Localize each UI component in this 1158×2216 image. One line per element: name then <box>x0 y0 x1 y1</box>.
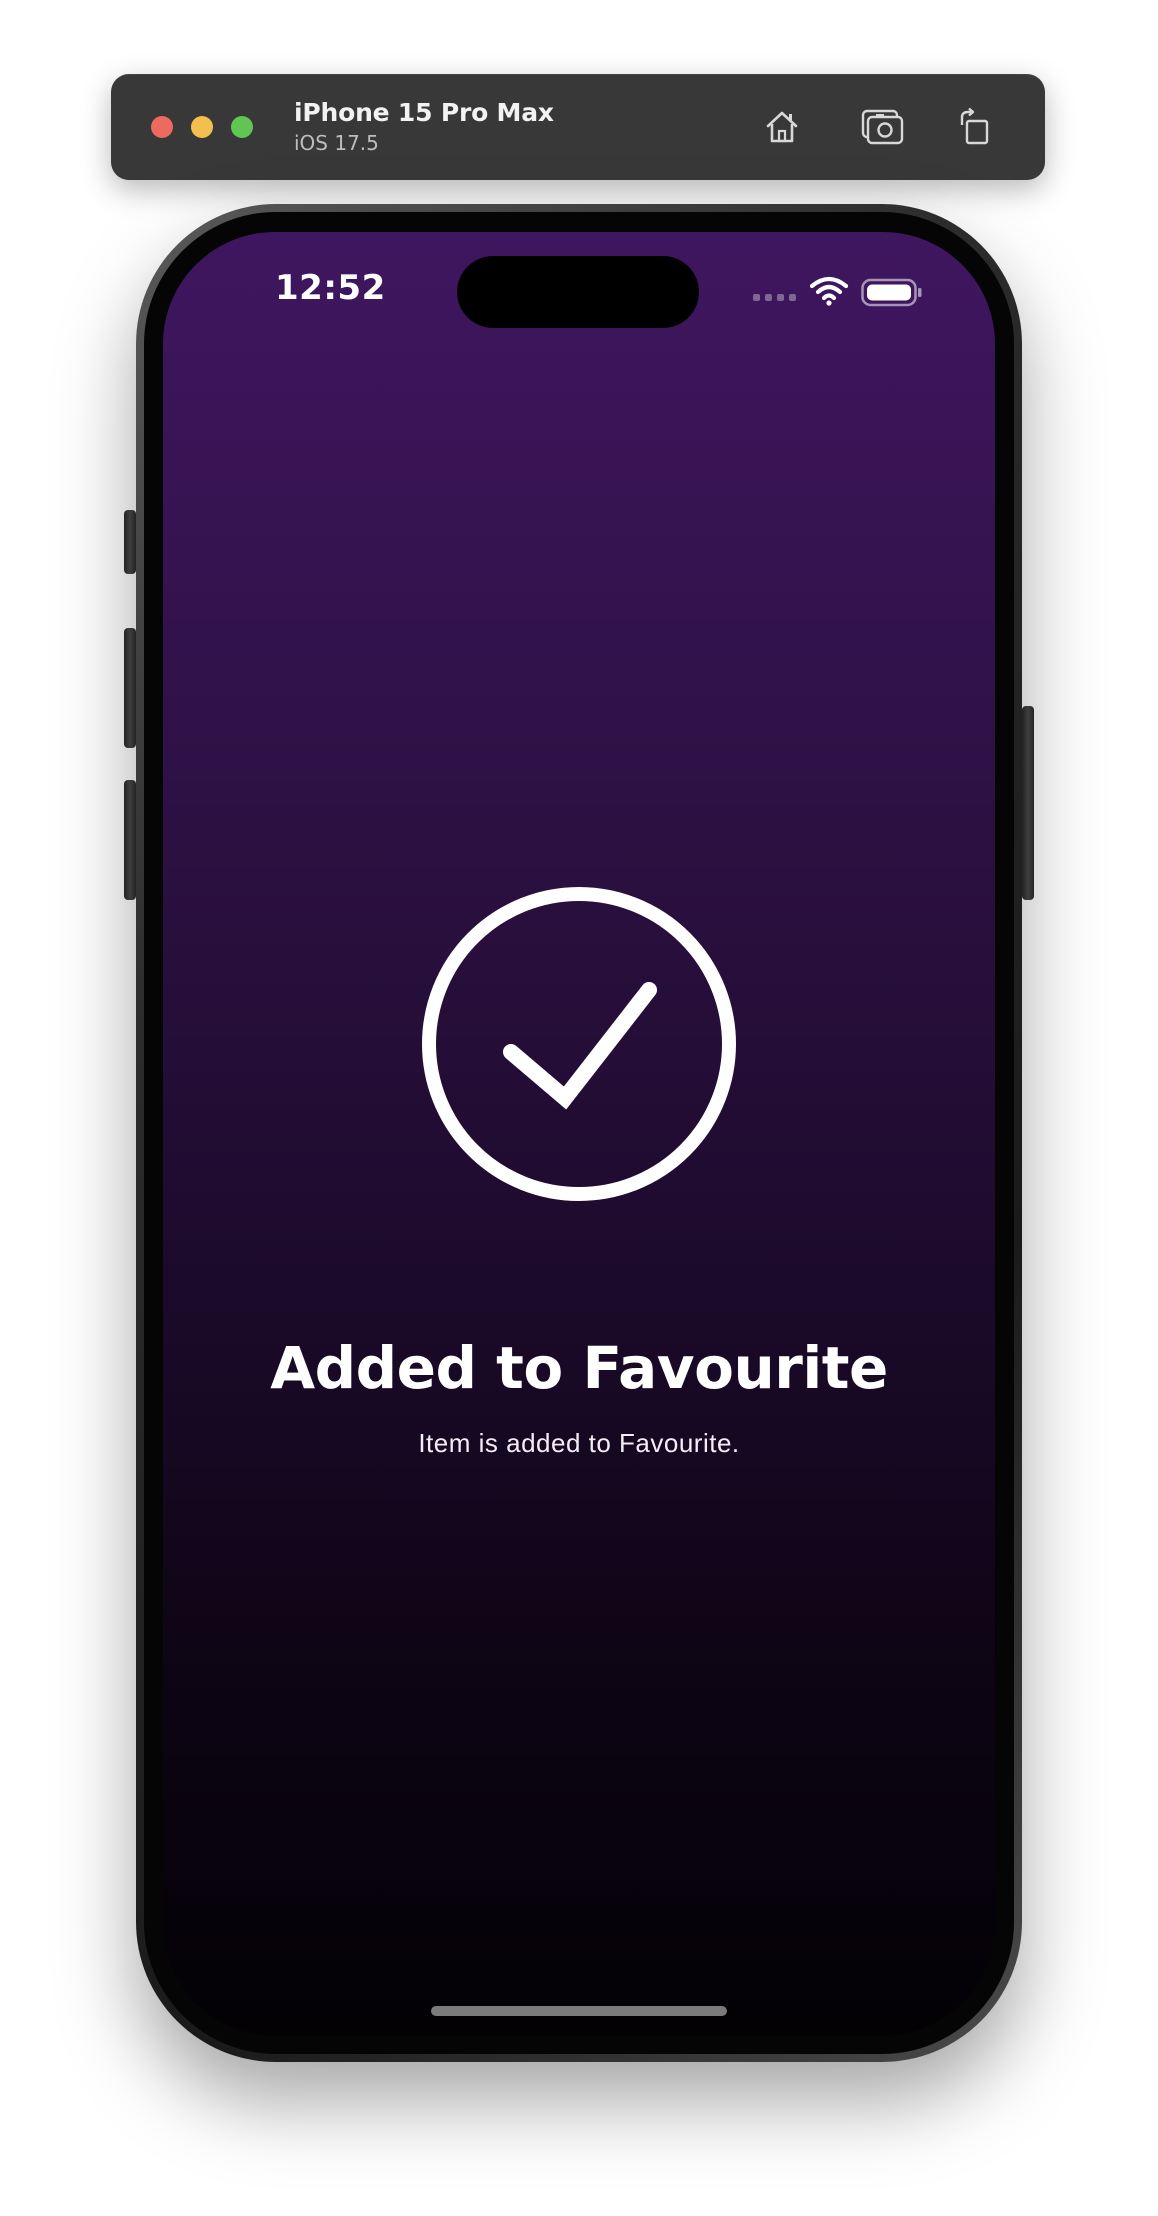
dynamic-island <box>457 256 699 328</box>
action-button[interactable] <box>124 510 136 574</box>
screenshot-icon <box>861 109 904 145</box>
success-message: Item is added to Favourite. <box>418 1428 740 1458</box>
power-button[interactable] <box>1022 706 1034 900</box>
success-title: Added to Favourite <box>270 1334 888 1402</box>
window-minimize-button[interactable] <box>191 116 213 138</box>
phone-screen: 12:52 Added to Favourite Item is added t… <box>163 232 995 2036</box>
battery-icon <box>861 278 922 307</box>
volume-down-button[interactable] <box>124 780 136 900</box>
signal-icon <box>753 294 796 301</box>
home-indicator[interactable] <box>431 2006 727 2016</box>
simulator-title-bar: iPhone 15 Pro Max iOS 17.5 <box>111 74 1045 180</box>
rotate-button[interactable] <box>949 102 999 152</box>
checkmark-circle-icon <box>422 887 736 1201</box>
wifi-icon <box>809 276 849 306</box>
home-button[interactable] <box>757 102 807 152</box>
os-version: iOS 17.5 <box>294 131 379 155</box>
simulator-window: iPhone 15 Pro Max iOS 17.5 12:52 Added t… <box>0 0 1158 2216</box>
window-zoom-button[interactable] <box>231 116 253 138</box>
rotate-icon <box>960 107 989 145</box>
status-time: 12:52 <box>275 268 386 308</box>
home-icon <box>766 111 798 143</box>
device-name: iPhone 15 Pro Max <box>294 98 554 127</box>
screenshot-button[interactable] <box>857 102 907 152</box>
window-close-button[interactable] <box>151 116 173 138</box>
volume-up-button[interactable] <box>124 628 136 748</box>
